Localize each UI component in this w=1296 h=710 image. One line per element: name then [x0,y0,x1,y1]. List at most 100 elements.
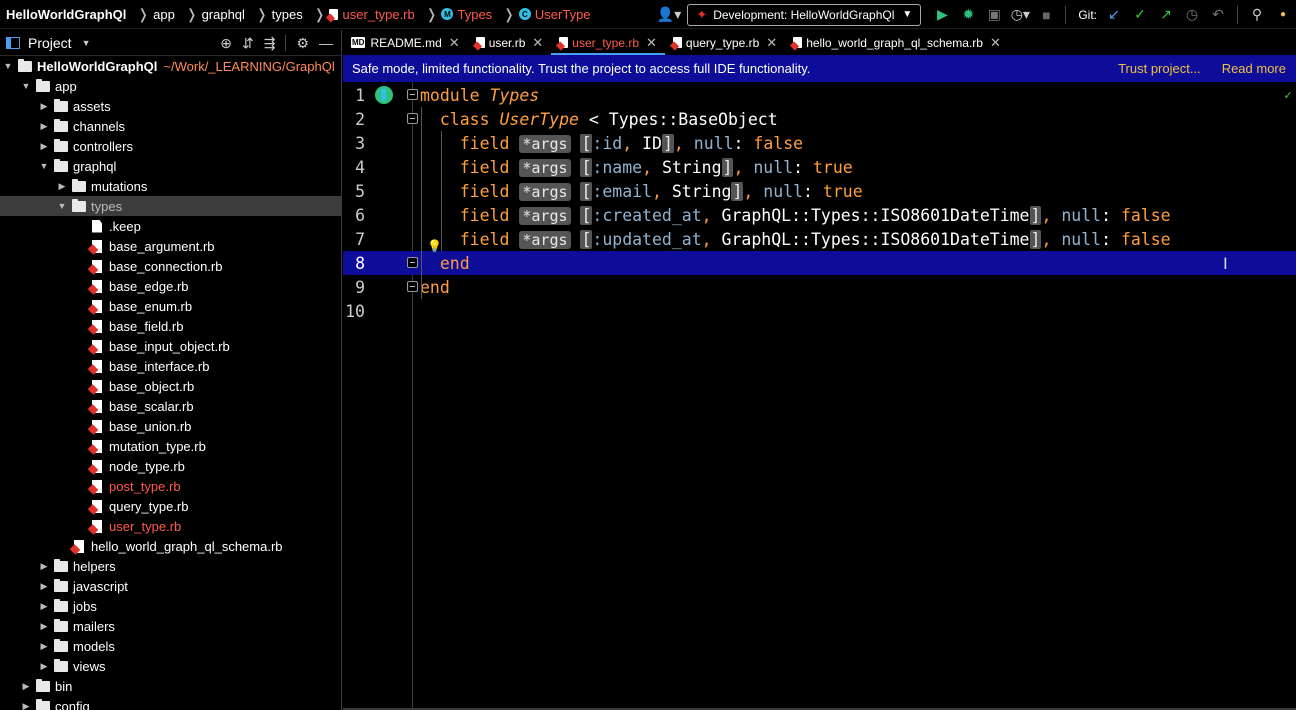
chevron-right-icon[interactable]: ▶ [20,681,32,692]
tree-folder[interactable]: ▶ channels [0,116,341,136]
tree-folder[interactable]: ▶ models [0,636,341,656]
breadcrumb-item[interactable]: ❭ C UserType [492,0,590,29]
tree-file[interactable]: mutation_type.rb [0,436,341,456]
run-icon[interactable]: ▶ [931,4,953,26]
breadcrumb-item[interactable]: ❭ graphql [175,0,245,29]
editor-tab[interactable]: query_type.rb ✕ [665,30,785,55]
chevron-right-icon[interactable]: ▶ [20,701,32,710]
code-line[interactable]: 6 field *args [:created_at, GraphQL::Typ… [343,203,1296,227]
read-more-link[interactable]: Read more [1222,61,1286,76]
chevron-down-icon[interactable]: ▼ [2,61,14,71]
coverage-icon[interactable]: ▣ [983,4,1005,26]
code-editor[interactable]: 1 module Types 2 class UserType < Types::B… [343,82,1296,710]
git-commit-icon[interactable]: ✓ [1129,4,1151,26]
tree-file[interactable]: base_input_object.rb [0,336,341,356]
tree-file[interactable]: base_connection.rb [0,256,341,276]
breadcrumb-item[interactable]: HelloWorldGraphQl [0,0,126,29]
trust-project-link[interactable]: Trust project... [1118,61,1201,76]
code-line[interactable]: 3 field *args [:id, ID], null: false [343,131,1296,155]
tree-file[interactable]: .keep [0,216,341,236]
locate-file-icon[interactable]: ⊕ [220,35,232,52]
chevron-right-icon[interactable]: ▶ [38,141,50,152]
fold-marker-icon[interactable] [407,281,418,292]
fold-marker-icon[interactable] [407,89,418,100]
tree-folder[interactable]: ▶ assets [0,96,341,116]
breadcrumb-item[interactable]: ❭ M Types [415,0,492,29]
run-configuration-selector[interactable]: ✦ Development: HelloWorldGraphQl ▼ [687,3,922,26]
code-line[interactable]: 2 class UserType < Types::BaseObject [343,107,1296,131]
tree-folder[interactable]: ▶ bin [0,676,341,696]
tree-folder[interactable]: ▶ config [0,696,341,710]
run-gutter-icon[interactable] [375,86,393,104]
breadcrumb-item[interactable]: ❭ app [126,0,174,29]
chevron-down-icon[interactable]: ▼ [82,38,91,48]
code-line[interactable]: 5 field *args [:email, String], null: tr… [343,179,1296,203]
tree-file[interactable]: post_type.rb [0,476,341,496]
chevron-down-icon[interactable]: ▼ [20,81,32,91]
chevron-right-icon[interactable]: ▶ [38,641,50,652]
tree-file[interactable]: base_scalar.rb [0,396,341,416]
chevron-down-icon[interactable]: ▼ [56,201,68,211]
close-icon[interactable]: ✕ [990,35,1001,51]
tree-folder[interactable]: ▼ graphql [0,156,341,176]
chevron-right-icon[interactable]: ▶ [38,601,50,612]
minimize-icon[interactable]: — [319,35,333,51]
expand-all-icon[interactable]: ⇵ [242,35,254,52]
lightbulb-icon[interactable]: 💡 [427,239,442,253]
fold-marker-icon[interactable] [407,113,418,124]
chevron-right-icon[interactable]: ▶ [38,121,50,132]
history-icon[interactable]: ◷ [1181,4,1203,26]
profile-icon[interactable]: ◷▾ [1009,4,1031,26]
editor-tab[interactable]: MD README.md ✕ [343,30,468,55]
code-line[interactable]: 10 [343,299,1296,323]
editor-tab[interactable]: hello_world_graph_ql_schema.rb ✕ [785,30,1009,55]
tree-file[interactable]: base_object.rb [0,376,341,396]
debug-icon[interactable]: ✹ [957,4,979,26]
close-icon[interactable]: ✕ [449,35,460,51]
tree-folder[interactable]: ▶ mailers [0,616,341,636]
chevron-right-icon[interactable]: ▶ [56,181,68,192]
code-line[interactable]: 8 end [343,251,1296,275]
tree-file[interactable]: base_enum.rb [0,296,341,316]
tree-file[interactable]: base_union.rb [0,416,341,436]
chevron-right-icon[interactable]: ▶ [38,101,50,112]
collapse-all-icon[interactable]: ⇶ [264,35,276,52]
tree-file[interactable]: user_type.rb [0,516,341,536]
tree-file[interactable]: node_type.rb [0,456,341,476]
chevron-right-icon[interactable]: ▶ [38,661,50,672]
tree-file[interactable]: base_interface.rb [0,356,341,376]
tree-folder[interactable]: ▼ app [0,76,341,96]
chevron-right-icon[interactable]: ▶ [38,621,50,632]
editor-tab[interactable]: user_type.rb ✕ [551,30,665,55]
breadcrumb-item[interactable]: ❭ user_type.rb [303,0,415,29]
tree-folder[interactable]: ▼ HelloWorldGraphQl ~/Work/_LEARNING/Graph… [0,56,341,76]
tree-file[interactable]: hello_world_graph_ql_schema.rb [0,536,341,556]
code-line[interactable]: 1 module Types [343,83,1296,107]
git-push-icon[interactable]: ↗ [1155,4,1177,26]
tree-file[interactable]: base_edge.rb [0,276,341,296]
no-problems-check-icon[interactable]: ✓ [1284,88,1292,103]
editor-tab[interactable]: user.rb ✕ [468,30,552,55]
ide-features-icon[interactable]: ● [1272,4,1294,26]
stop-icon[interactable]: ■ [1035,4,1057,26]
close-icon[interactable]: ✕ [532,35,543,51]
close-icon[interactable]: ✕ [766,35,777,51]
chevron-right-icon[interactable]: ▶ [38,561,50,572]
breadcrumb-item[interactable]: ❭ types [245,0,303,29]
tree-folder[interactable]: ▶ mutations [0,176,341,196]
close-icon[interactable]: ✕ [646,35,657,51]
chevron-down-icon[interactable]: ▼ [38,161,50,171]
code-line[interactable]: 4 field *args [:name, String], null: tru… [343,155,1296,179]
tree-file[interactable]: query_type.rb [0,496,341,516]
tree-folder[interactable]: ▶ controllers [0,136,341,156]
code-line[interactable]: 7 field *args [:updated_at, GraphQL::Typ… [343,227,1296,251]
tree-folder[interactable]: ▼ types [0,196,341,216]
tree-folder[interactable]: ▶ helpers [0,556,341,576]
tree-file[interactable]: base_argument.rb [0,236,341,256]
rollback-icon[interactable]: ↶ [1207,4,1229,26]
tree-file[interactable]: base_field.rb [0,316,341,336]
git-update-icon[interactable]: ↙ [1103,4,1125,26]
gear-icon[interactable]: ⚙ [296,35,309,52]
project-title[interactable]: Project [28,35,72,51]
user-icon[interactable]: 👤▾ [657,4,681,26]
